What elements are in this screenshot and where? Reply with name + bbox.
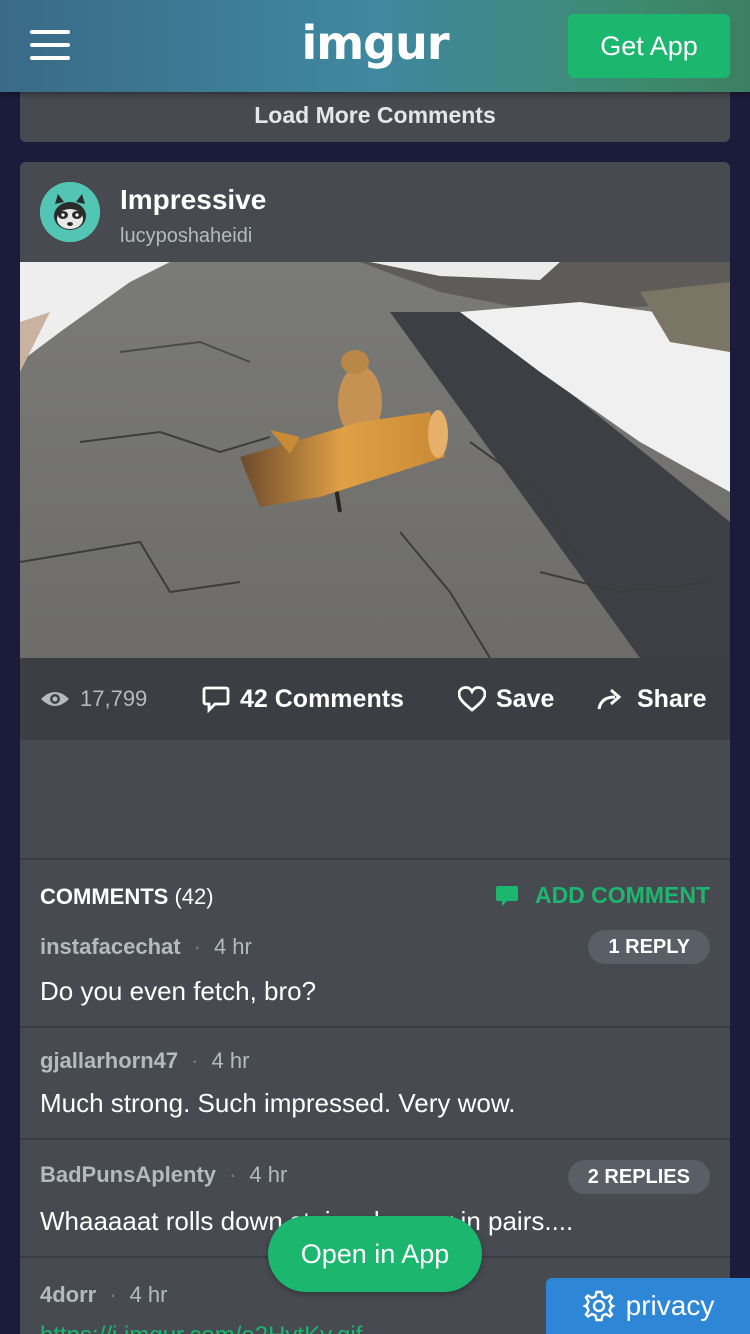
heart-icon (458, 686, 486, 712)
raccoon-icon (40, 182, 100, 242)
views-stat: 17,799 (40, 658, 147, 740)
comments-count-label: 42 Comments (240, 684, 404, 713)
comment-link[interactable]: https://i.imgur.com/e2HvtKy.gif (40, 1322, 362, 1334)
comment-text: Much strong. Such impressed. Very wow. (40, 1088, 516, 1118)
comment-meta: instafacechat · 4 hr (40, 934, 252, 960)
share-label: Share (637, 684, 707, 713)
top-header: imgur Get App (0, 0, 750, 92)
replies-badge[interactable]: 2 REPLIES (567, 1160, 710, 1194)
post-card: Impressive lucyposhaheidi 17,799 42 Comm… (20, 162, 730, 1334)
comment-item[interactable]: gjallarhorn47 · 4 hr Much strong. Such i… (20, 1028, 730, 1140)
post-stats-bar: 17,799 42 Comments Save Share (20, 658, 730, 740)
add-comment-button[interactable]: ADD COMMENT (495, 882, 710, 909)
comment-time: 4 hr (213, 934, 252, 959)
comment-time: 4 hr (249, 1162, 288, 1187)
comment-username[interactable]: instafacechat (40, 934, 181, 960)
meta-separator: · (109, 1282, 117, 1307)
post-title: Impressive (120, 184, 267, 215)
share-arrow-icon (597, 688, 622, 710)
privacy-button[interactable]: privacy (546, 1278, 750, 1334)
gear-icon (581, 1290, 616, 1322)
comments-header: COMMENTS (42) ADD COMMENT (20, 862, 730, 930)
comment-username[interactable]: gjallarhorn47 (40, 1048, 178, 1074)
post-username[interactable]: lucyposhaheidi (120, 225, 252, 248)
add-comment-label: ADD COMMENT (534, 882, 710, 908)
comment-username[interactable]: 4dorr (40, 1282, 96, 1308)
comment-time: 4 hr (211, 1048, 250, 1073)
privacy-label: privacy (625, 1290, 715, 1321)
comments-total: (42) (174, 884, 214, 909)
post-description-area (20, 740, 730, 860)
comment-meta: BadPunsAplenty · 4 hr (40, 1162, 287, 1188)
add-comment-icon (495, 885, 518, 906)
comment-meta: gjallarhorn47 · 4 hr (40, 1048, 249, 1074)
comment-text: Do you even fetch, bro? (40, 976, 317, 1006)
share-button[interactable]: Share (597, 658, 706, 740)
views-count: 17,799 (80, 686, 148, 711)
meta-separator: · (193, 934, 201, 959)
get-app-button[interactable]: Get App (568, 14, 730, 78)
comment-item[interactable]: instafacechat · 4 hr 1 REPLY Do you even… (20, 930, 730, 1028)
comment-time: 4 hr (129, 1282, 168, 1307)
replies-badge[interactable]: 1 REPLY (588, 930, 710, 964)
comment-meta: 4dorr · 4 hr (40, 1282, 168, 1308)
eye-icon (41, 692, 69, 706)
meta-separator: · (229, 1162, 237, 1187)
post-media-dog-carrying-log[interactable] (20, 262, 730, 658)
comments-title: COMMENTS (42) (40, 884, 214, 910)
comments-button[interactable]: 42 Comments (202, 658, 404, 740)
comment-username[interactable]: BadPunsAplenty (40, 1162, 216, 1188)
open-in-app-button[interactable]: Open in App (268, 1216, 482, 1292)
comment-bubble-icon (202, 686, 230, 713)
post-image (20, 262, 730, 658)
comments-title-text: COMMENTS (40, 884, 169, 909)
post-header: Impressive lucyposhaheidi (20, 162, 730, 262)
meta-separator: · (191, 1048, 199, 1073)
save-button[interactable]: Save (458, 658, 554, 740)
save-label: Save (496, 684, 555, 713)
avatar[interactable] (40, 182, 100, 242)
